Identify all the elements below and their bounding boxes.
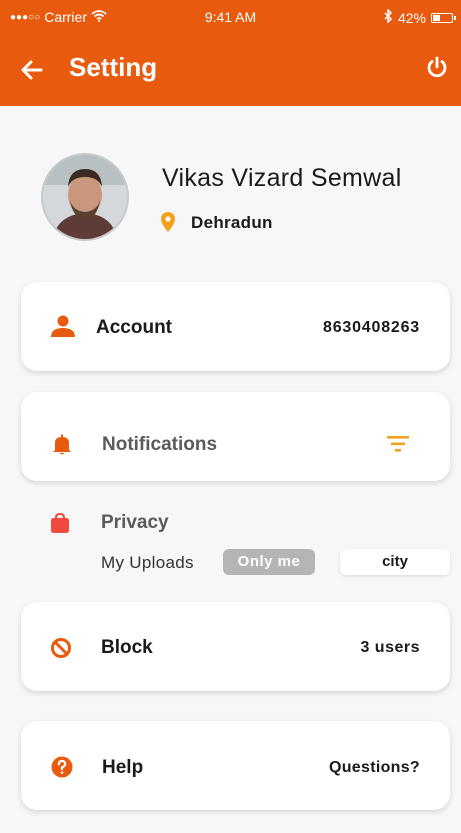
notifications-card[interactable]: Notifications <box>21 392 450 481</box>
block-card[interactable]: Block 3 users <box>21 602 450 691</box>
profile-location: Dehradun <box>191 213 273 232</box>
blocked-users-count: 3 users <box>360 639 420 656</box>
account-label: Account <box>96 317 172 338</box>
app-bar: Setting <box>0 34 461 106</box>
bell-icon <box>51 434 73 456</box>
only-me-option-button[interactable]: Only me <box>223 549 315 575</box>
location-pin-icon <box>160 212 176 237</box>
logout-button[interactable] <box>421 52 453 84</box>
account-card[interactable]: Account 8630408263 <box>21 282 450 371</box>
status-right: 42% <box>384 8 456 26</box>
question-icon <box>51 756 73 778</box>
person-icon <box>50 315 76 337</box>
avatar[interactable] <box>41 153 129 241</box>
profile-section: Vikas Vizard Semwal Dehradun <box>0 106 461 266</box>
block-icon <box>50 637 72 659</box>
back-button[interactable] <box>16 54 48 86</box>
questions-link[interactable]: Questions? <box>329 759 420 777</box>
page-title: Setting <box>69 52 158 82</box>
shopping-bag-icon <box>50 512 70 539</box>
city-option-button[interactable]: city <box>340 549 450 575</box>
filter-icon[interactable] <box>386 435 410 453</box>
account-phone: 8630408263 <box>323 319 420 336</box>
battery-percent: 42% <box>397 9 426 26</box>
privacy-title: Privacy <box>101 512 169 533</box>
help-card[interactable]: Help Questions? <box>21 721 450 810</box>
notifications-label: Notifications <box>102 434 218 455</box>
arrow-left-icon <box>21 60 43 80</box>
status-bar: ●●●○○ Carrier 9:41 AM 42% <box>0 0 461 34</box>
profile-name: Vikas Vizard Semwal <box>162 164 402 192</box>
help-label: Help <box>102 757 144 778</box>
block-label: Block <box>101 637 153 658</box>
battery-icon <box>431 12 456 23</box>
power-icon <box>427 56 447 78</box>
my-uploads-label: My Uploads <box>101 553 194 572</box>
bluetooth-icon <box>384 8 393 26</box>
